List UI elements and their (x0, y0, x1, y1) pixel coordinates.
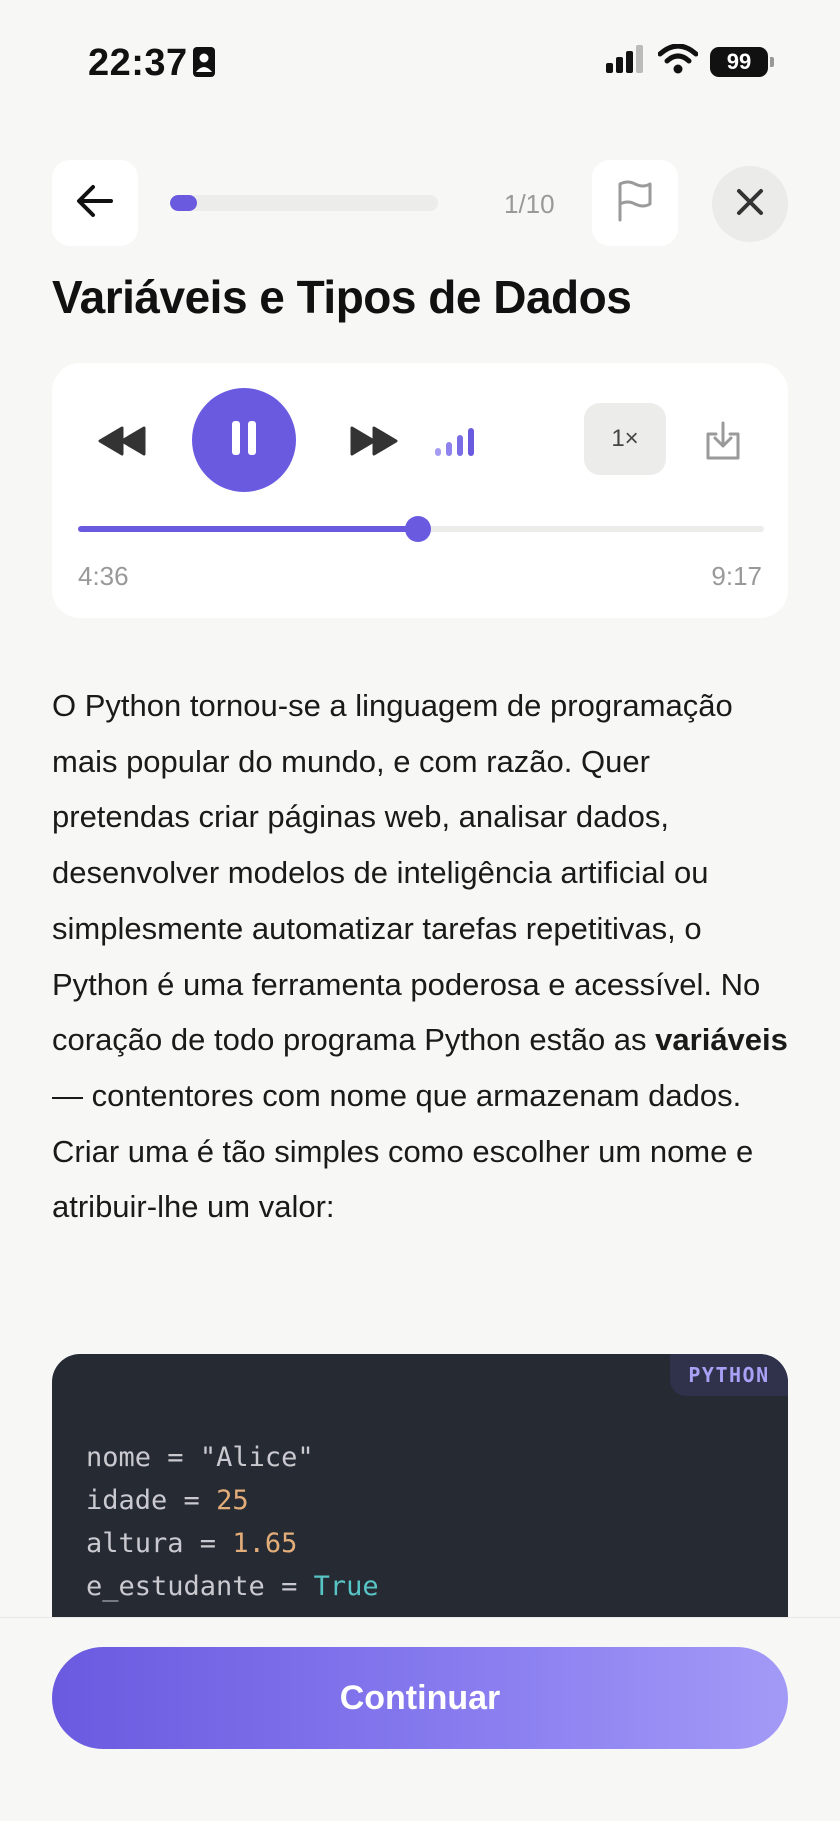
fast-forward-icon (350, 426, 398, 461)
bottom-action-bar: Continuar (0, 1617, 840, 1821)
code-line: e_estudante = True (86, 1565, 379, 1608)
close-button[interactable] (712, 166, 788, 242)
lesson-progress-bar (170, 195, 438, 211)
code-value: 25 (216, 1485, 249, 1516)
lesson-paragraph: O Python tornou-se a linguagem de progra… (52, 678, 792, 1235)
seek-bar-thumb[interactable] (405, 516, 432, 542)
lesson-text-part: — contentores com nome que armazenam dad… (52, 1077, 754, 1225)
lesson-top-nav: 1/10 (52, 160, 788, 246)
battery-indicator: 99 (710, 46, 774, 77)
lesson-title: Variáveis e Tipos de Dados (52, 271, 632, 323)
code-value: 1.65 (232, 1528, 298, 1559)
status-time: 22:37 (88, 42, 188, 84)
status-bar: 22:37 99 (0, 0, 840, 124)
code-value: "Alice" (199, 1442, 314, 1473)
seek-bar-fill (78, 526, 419, 532)
code-identifier: nome (86, 1442, 152, 1473)
wifi-icon (657, 43, 699, 79)
cellular-signal-icon (606, 45, 646, 78)
arrow-left-icon (75, 183, 115, 224)
download-icon (704, 420, 742, 467)
contact-card-icon (192, 46, 216, 83)
volume-bars-icon (435, 426, 479, 461)
lesson-text-part: O Python tornou-se a linguagem de progra… (52, 688, 761, 1058)
back-button[interactable] (52, 160, 138, 246)
continue-button[interactable]: Continuar (52, 1647, 788, 1749)
code-language-badge: PYTHON (670, 1354, 788, 1396)
playback-speed-button[interactable]: 1× (584, 403, 666, 475)
volume-button[interactable] (432, 425, 482, 461)
seek-bar[interactable] (78, 516, 764, 542)
lesson-progress-fill (170, 195, 197, 211)
lesson-progress-label: 1/10 (504, 189, 555, 219)
pause-icon (231, 420, 257, 461)
lesson-text-bold: variáveis (655, 1022, 788, 1058)
current-time: 4:36 (78, 561, 129, 591)
report-flag-button[interactable] (592, 160, 678, 246)
close-icon (736, 188, 764, 221)
rewind-icon (98, 426, 146, 461)
fast-forward-button[interactable] (344, 418, 404, 468)
audio-player: 1× 4:36 9:17 (52, 363, 788, 618)
code-operator: = (264, 1571, 314, 1602)
code-lines: nome = "Alice" idade = 25 altura = 1.65 e_e… (86, 1436, 379, 1608)
total-time: 9:17 (711, 561, 762, 591)
code-line: idade = 25 (86, 1479, 379, 1522)
code-identifier: idade (86, 1485, 168, 1516)
pause-button[interactable] (192, 388, 296, 492)
code-identifier: e_estudante (86, 1571, 265, 1602)
rewind-button[interactable] (92, 418, 152, 468)
code-line: altura = 1.65 (86, 1522, 379, 1565)
code-operator: = (151, 1442, 200, 1473)
code-operator: = (167, 1485, 217, 1516)
code-identifier: altura (86, 1528, 184, 1559)
code-block: PYTHON nome = "Alice" idade = 25 altura = … (52, 1354, 788, 1644)
download-button[interactable] (698, 418, 748, 468)
code-value: True (313, 1571, 379, 1602)
code-line: nome = "Alice" (86, 1436, 379, 1479)
lesson-screen: 22:37 99 1/10 Variáveis e Tipos de Dados… (0, 0, 840, 1821)
code-operator: = (183, 1528, 233, 1559)
flag-icon (616, 180, 654, 227)
status-indicators: 99 (606, 43, 774, 79)
